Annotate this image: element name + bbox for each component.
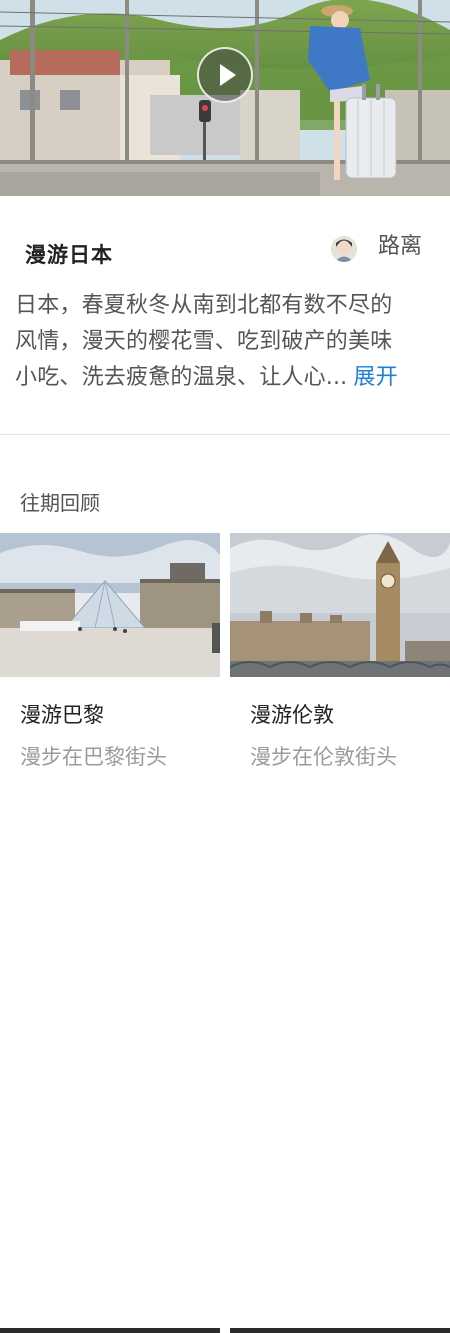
description-line: 风情，漫天的樱花雪、吃到破产的美味 [15,329,393,354]
author-avatar-image [331,236,357,262]
card-subtitle: 漫步在巴黎街头 [20,745,167,769]
paris-thumbnail [0,533,220,677]
description-line-text: 小吃、洗去疲惫的温泉、让人心... [15,365,348,390]
description-line: 日本，春夏秋冬从南到北都有数不尽的 [15,293,393,318]
trip-description: 日本，春夏秋冬从南到北都有数不尽的 风情，漫天的樱花雪、吃到破产的美味 小吃、洗… [15,288,440,396]
card-title: 漫游巴黎 [20,703,104,727]
past-trip-card-london[interactable]: 漫游伦敦 漫步在伦敦街头 [230,533,450,1333]
section-divider [0,434,450,435]
hero-video[interactable] [0,0,450,196]
avatar[interactable] [331,236,357,262]
card-title: 漫游伦敦 [250,703,334,727]
author-name[interactable]: 路离 [378,228,422,260]
london-image [230,533,450,677]
description-line: 小吃、洗去疲惫的温泉、让人心... 展开 [15,360,440,396]
past-trip-card-paris[interactable]: 漫游巴黎 漫步在巴黎街头 [0,533,220,1333]
past-trips-heading: 往期回顾 [20,491,100,515]
next-card-edge [230,1328,450,1333]
paris-image [0,533,220,677]
london-thumbnail [230,533,450,677]
trip-title: 漫游日本 [25,243,113,267]
next-card-edge [0,1328,220,1333]
play-button[interactable] [197,47,253,103]
play-icon [220,64,236,86]
card-subtitle: 漫步在伦敦街头 [250,745,397,769]
expand-link[interactable]: 展开 [353,365,397,390]
